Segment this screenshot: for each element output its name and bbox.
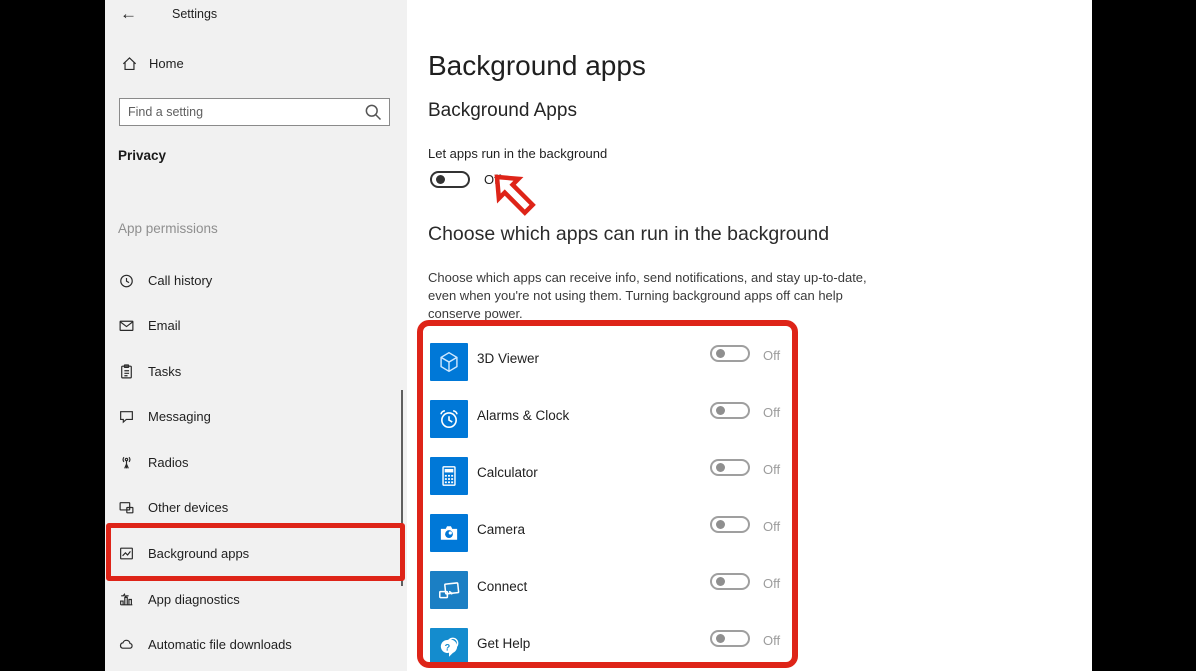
alarms-clock-icon [430, 400, 468, 438]
main-content: Background apps Background Apps Let apps… [407, 0, 1092, 671]
toggle-knob [436, 175, 445, 184]
get-help-icon: ? [430, 628, 468, 666]
master-toggle-state: Off [484, 172, 501, 187]
sidebar-item-radios[interactable]: Radios [118, 449, 188, 475]
app-toggle-state: Off [763, 519, 780, 534]
sidebar-item-messaging[interactable]: Messaging [118, 403, 211, 429]
window-title: Settings [172, 7, 217, 21]
calculator-toggle[interactable] [710, 459, 750, 476]
app-toggle-state: Off [763, 462, 780, 477]
sidebar-item-label: Messaging [148, 409, 211, 424]
alarms-clock-toggle[interactable] [710, 402, 750, 419]
page-title: Background apps [428, 50, 646, 82]
connect-toggle[interactable] [710, 573, 750, 590]
choose-apps-description: Choose which apps can receive info, send… [428, 269, 870, 323]
svg-text:?: ? [445, 642, 451, 652]
letterbox-right [1092, 0, 1196, 671]
sidebar-item-call-history[interactable]: Call history [118, 267, 212, 293]
app-row-camera: Camera Off [407, 514, 827, 552]
home-icon [121, 55, 138, 72]
search-icon[interactable] [363, 102, 383, 122]
app-row-alarms-clock: Alarms & Clock Off [407, 400, 827, 438]
app-name: Camera [477, 522, 525, 537]
sidebar-item-label: Email [148, 318, 181, 333]
app-row-get-help: ? Get Help Off [407, 628, 827, 666]
app-toggle-state: Off [763, 633, 780, 648]
sidebar-item-tasks[interactable]: Tasks [118, 358, 181, 384]
sidebar-home-label: Home [149, 56, 184, 71]
app-name: Alarms & Clock [477, 408, 569, 423]
search-box [119, 98, 390, 126]
email-icon [118, 317, 135, 334]
connect-icon [430, 571, 468, 609]
app-name: 3D Viewer [477, 351, 539, 366]
sidebar-item-label: Radios [148, 455, 188, 470]
app-name: Calculator [477, 465, 538, 480]
cloud-download-icon [118, 636, 135, 653]
sidebar-item-email[interactable]: Email [118, 312, 181, 338]
app-name: Connect [477, 579, 527, 594]
3d-viewer-icon [430, 343, 468, 381]
master-background-apps-toggle[interactable] [430, 171, 470, 188]
sidebar-item-other-devices[interactable]: Other devices [118, 494, 228, 520]
app-row-connect: Connect Off [407, 571, 827, 609]
app-toggle-state: Off [763, 348, 780, 363]
other-devices-icon [118, 499, 135, 516]
tasks-icon [118, 363, 135, 380]
3d-viewer-toggle[interactable] [710, 345, 750, 362]
sidebar-group-title: App permissions [118, 221, 218, 236]
app-diagnostics-icon [118, 591, 135, 608]
camera-icon [430, 514, 468, 552]
sidebar-item-label: Call history [148, 273, 212, 288]
sidebar-item-home[interactable]: Home [121, 55, 184, 72]
call-history-icon [118, 272, 135, 289]
sidebar-item-label: Automatic file downloads [148, 637, 292, 652]
app-row-calculator: Calculator Off [407, 457, 827, 495]
sidebar-item-automatic-file-downloads[interactable]: Automatic file downloads [118, 631, 292, 657]
app-toggle-state: Off [763, 405, 780, 420]
back-icon[interactable]: ← [120, 4, 137, 24]
sidebar-item-label: Tasks [148, 364, 181, 379]
background-apps-icon [118, 545, 135, 562]
messaging-icon [118, 408, 135, 425]
sidebar-section-title: Privacy [118, 148, 166, 163]
sidebar-item-label: Other devices [148, 500, 228, 515]
app-row-3d-viewer: 3D Viewer Off [407, 343, 827, 381]
sidebar-item-background-apps[interactable]: Background apps [118, 540, 249, 566]
choose-apps-heading: Choose which apps can run in the backgro… [428, 223, 829, 246]
search-input[interactable] [120, 105, 363, 119]
master-toggle-label: Let apps run in the background [428, 146, 607, 161]
sidebar-scrollbar[interactable] [401, 390, 403, 586]
camera-toggle[interactable] [710, 516, 750, 533]
sidebar-item-app-diagnostics[interactable]: App diagnostics [118, 586, 240, 612]
app-name: Get Help [477, 636, 530, 651]
calculator-icon [430, 457, 468, 495]
app-toggle-state: Off [763, 576, 780, 591]
letterbox-left [0, 0, 105, 671]
radios-icon [118, 454, 135, 471]
settings-window: ← Settings Home Privacy App permissions … [0, 0, 1196, 671]
sidebar: ← Settings Home Privacy App permissions … [105, 0, 407, 671]
get-help-toggle[interactable] [710, 630, 750, 647]
section-heading: Background Apps [428, 100, 577, 122]
sidebar-item-label: Background apps [148, 546, 249, 561]
sidebar-item-label: App diagnostics [148, 592, 240, 607]
